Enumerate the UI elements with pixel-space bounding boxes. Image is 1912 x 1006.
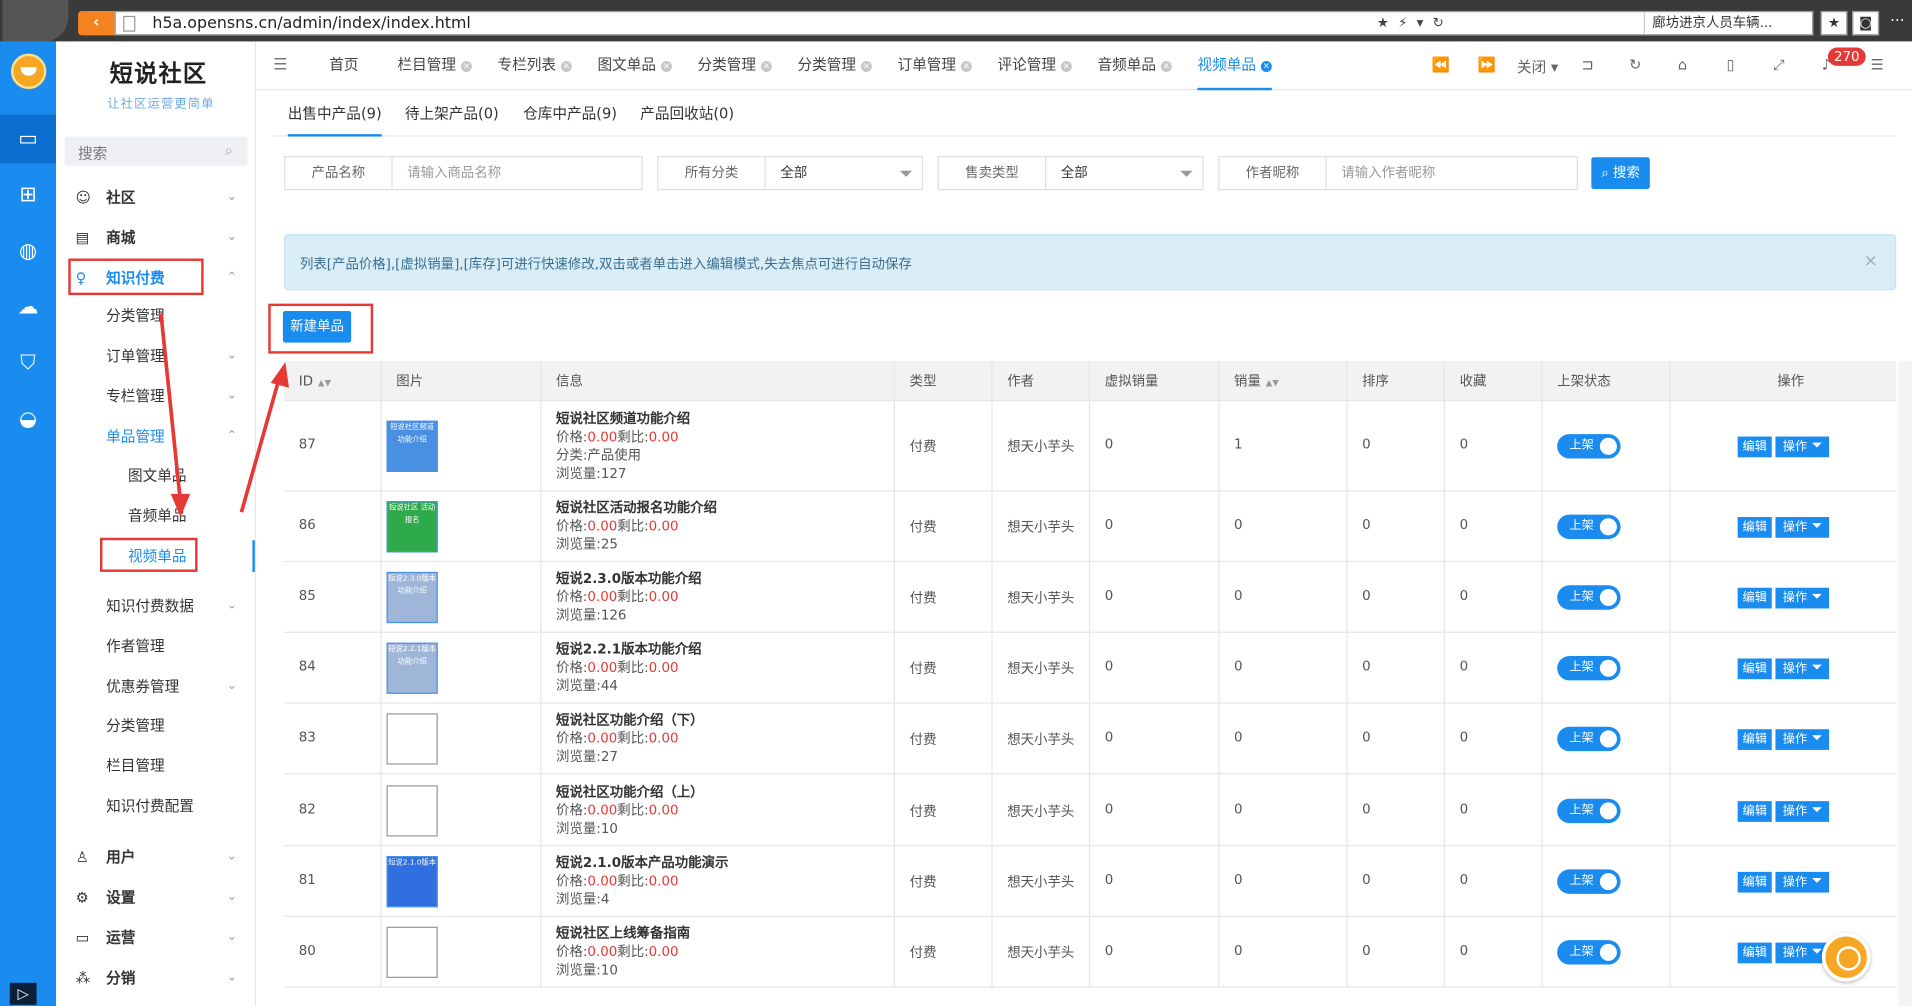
arrow-down-line [159, 313, 183, 503]
arrow-down-head [170, 493, 191, 518]
annotation-arrows [159, 313, 289, 518]
app-root: ‹ h5a.opensns.cn/admin/index/index.html … [0, 0, 1912, 1006]
arrow-up-head [270, 362, 289, 388]
chat-support-icon[interactable] [1821, 932, 1871, 982]
arrow-up-line [239, 377, 282, 513]
